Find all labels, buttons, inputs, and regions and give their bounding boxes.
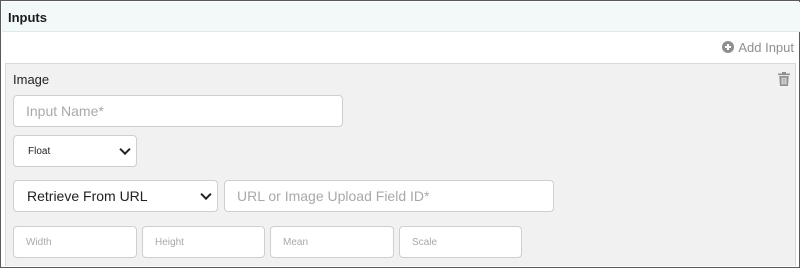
plus-circle-icon [722, 41, 735, 53]
source-select-value: Retrieve From URL [27, 188, 148, 204]
mean-field[interactable] [270, 226, 394, 258]
type-select-value: Float [28, 145, 51, 157]
type-select[interactable]: Float [13, 135, 137, 167]
height-field[interactable] [142, 226, 265, 258]
section-title: Inputs [8, 10, 47, 25]
trash-icon[interactable] [778, 72, 790, 86]
inputs-card: Inputs Add Input Image Float Retrieve Fr… [0, 0, 800, 268]
input-name-field[interactable] [13, 95, 343, 127]
add-input-button[interactable]: Add Input [722, 39, 794, 55]
panel-title: Image [13, 72, 50, 87]
scale-field[interactable] [399, 226, 522, 258]
inputs-header: Inputs [2, 2, 800, 32]
width-field[interactable] [13, 226, 137, 258]
source-select[interactable]: Retrieve From URL [13, 180, 218, 212]
add-input-label: Add Input [738, 39, 794, 55]
chevron-down-icon [119, 143, 131, 156]
url-field[interactable] [224, 180, 554, 212]
image-input-panel: Image Float Retrieve From URL [5, 63, 796, 266]
chevron-down-icon [200, 188, 212, 201]
